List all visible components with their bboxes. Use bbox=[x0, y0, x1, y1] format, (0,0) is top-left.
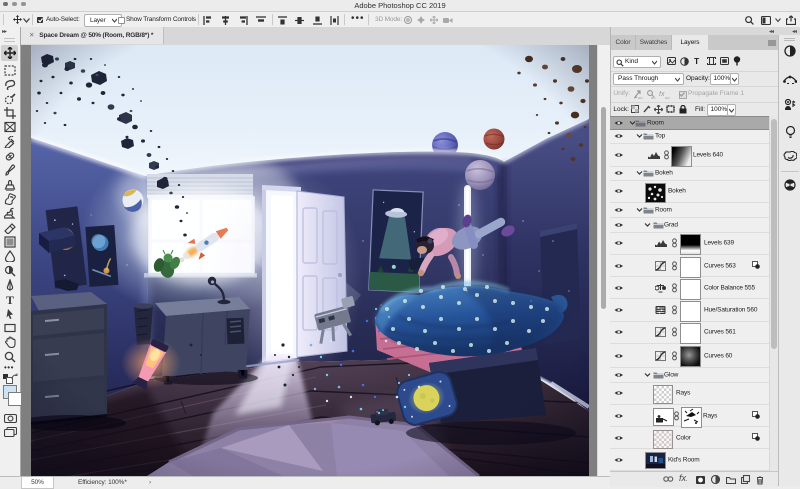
svg-text:T: T bbox=[6, 293, 14, 305]
svg-text:oo: oo bbox=[665, 95, 670, 99]
svg-text:oo: oo bbox=[638, 95, 643, 99]
svg-text:oo: oo bbox=[651, 95, 656, 99]
